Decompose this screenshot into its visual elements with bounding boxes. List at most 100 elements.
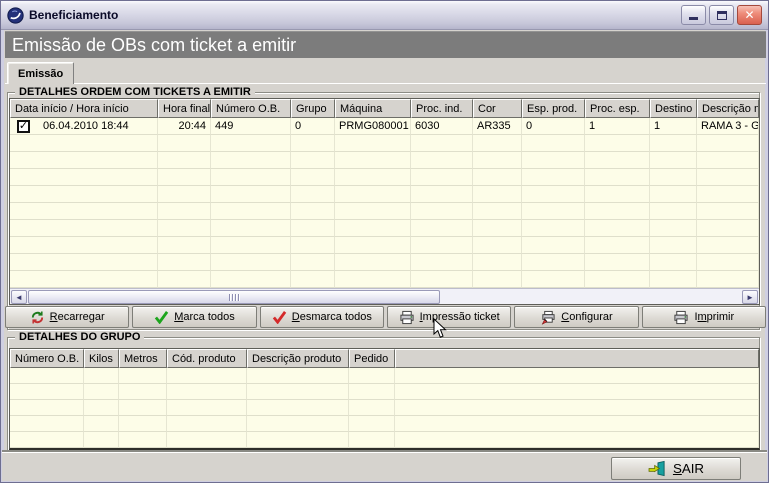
minimize-button[interactable]: [681, 5, 706, 25]
page-title: Emissão de OBs com ticket a emitir: [12, 35, 296, 56]
column-header-kilos[interactable]: Kilos: [84, 349, 119, 368]
column-header-cor[interactable]: Cor: [473, 99, 522, 118]
window-title: Beneficiamento: [29, 8, 118, 22]
exit-icon: [648, 460, 667, 477]
column-header-numero-ob[interactable]: Número O.B.: [10, 349, 84, 368]
column-header-pedido[interactable]: Pedido: [349, 349, 395, 368]
close-icon: ✕: [744, 8, 754, 22]
scroll-left-icon: ◄: [15, 293, 23, 302]
table-row-empty: [10, 152, 759, 169]
cell-maquina: PRMG080001: [335, 118, 411, 135]
column-header-grupo[interactable]: Grupo: [291, 99, 335, 118]
scroll-left-button[interactable]: ◄: [11, 290, 27, 304]
cell-datetime: 06.04.2010 18:44: [43, 120, 129, 132]
table-row-empty: [10, 432, 759, 448]
column-header-empty: [395, 349, 759, 368]
recarregar-button[interactable]: Recarregar: [5, 306, 129, 328]
table-row-empty: [10, 237, 759, 254]
window-controls: ✕: [681, 5, 762, 25]
tab-strip: Emissão: [5, 58, 766, 84]
cell-proc-ind: 6030: [411, 118, 473, 135]
tab-label: Emissão: [18, 68, 63, 80]
configurar-label: Configurar: [561, 311, 612, 323]
column-header-esp-prod[interactable]: Esp. prod.: [522, 99, 585, 118]
orders-header-row: Data início / Hora início Hora final Núm…: [10, 99, 759, 118]
maximize-button[interactable]: [709, 5, 734, 25]
table-row-empty: [10, 271, 759, 288]
scrollbar-grip-icon: [229, 294, 239, 301]
table-row-empty: [10, 169, 759, 186]
app-icon: [7, 7, 24, 24]
toolbar: Recarregar Marca todos Desmarca todos Im…: [5, 306, 766, 328]
printer-config-icon: [540, 310, 556, 325]
impressao-ticket-button[interactable]: Impressão ticket: [387, 306, 511, 328]
desmarca-todos-label: Desmarca todos: [292, 311, 372, 323]
minimize-icon: [689, 17, 698, 20]
configurar-button[interactable]: Configurar: [514, 306, 638, 328]
column-header-datetime[interactable]: Data início / Hora início: [10, 99, 158, 118]
table-row-empty: [10, 203, 759, 220]
grupo-grid: Número O.B. Kilos Metros Cód. produto De…: [9, 348, 760, 450]
cell-grupo: 0: [291, 118, 335, 135]
refresh-icon: [30, 310, 45, 325]
scroll-right-button[interactable]: ►: [742, 290, 758, 304]
check-red-icon: [272, 310, 287, 324]
orders-grid: Data início / Hora início Hora final Núm…: [9, 98, 760, 305]
table-row-empty: [10, 384, 759, 400]
cell-esp-prod: 0: [522, 118, 585, 135]
table-row-empty: [10, 254, 759, 271]
checkmark-icon: ✓: [19, 122, 28, 131]
horizontal-scrollbar[interactable]: ◄ ►: [10, 288, 759, 304]
scrollbar-thumb[interactable]: [28, 290, 440, 304]
cell-descricao-maquina: RAMA 3 - GA: [697, 118, 759, 135]
marca-todos-label: Marca todos: [174, 311, 235, 323]
grupo-table: Número O.B. Kilos Metros Cód. produto De…: [10, 349, 759, 448]
grupo-header-row: Número O.B. Kilos Metros Cód. produto De…: [10, 349, 759, 368]
table-row-empty: [10, 135, 759, 152]
recarregar-label: Recarregar: [50, 311, 105, 323]
desmarca-todos-button[interactable]: Desmarca todos: [260, 306, 384, 328]
column-header-proc-esp[interactable]: Proc. esp.: [585, 99, 650, 118]
column-header-maquina[interactable]: Máquina: [335, 99, 411, 118]
cell-numero-ob: 449: [211, 118, 291, 135]
grupo-group-title: DETALHES DO GRUPO: [15, 331, 144, 344]
imprimir-label: Imprimir: [694, 311, 734, 323]
close-button[interactable]: ✕: [737, 5, 762, 25]
column-header-cod-produto[interactable]: Cód. produto: [167, 349, 247, 368]
titlebar[interactable]: Beneficiamento ✕: [1, 1, 768, 30]
column-header-proc-ind[interactable]: Proc. ind.: [411, 99, 473, 118]
table-row-empty: [10, 368, 759, 384]
check-green-icon: [154, 310, 169, 324]
column-header-destino[interactable]: Destino: [650, 99, 697, 118]
cell-cor: AR335: [473, 118, 522, 135]
marca-todos-button[interactable]: Marca todos: [132, 306, 256, 328]
cell-proc-esp: 1: [585, 118, 650, 135]
grupo-groupbox: DETALHES DO GRUPO Número O.B. Kilos Metr…: [7, 337, 760, 452]
footer-panel: SAIR: [2, 452, 767, 481]
page-title-band: Emissão de OBs com ticket a emitir: [5, 31, 766, 58]
tab-emissao[interactable]: Emissão: [7, 62, 74, 84]
column-header-descricao-maquina[interactable]: Descrição má: [697, 99, 759, 118]
table-row-empty: [10, 400, 759, 416]
cell-destino: 1: [650, 118, 697, 135]
printer-icon: [673, 310, 689, 325]
cell-hora-final: 20:44: [158, 118, 211, 135]
orders-table: Data início / Hora início Hora final Núm…: [10, 99, 759, 288]
row-checkbox[interactable]: ✓: [17, 120, 30, 133]
order-row[interactable]: ✓ 06.04.2010 18:44 20:44 449 0 PRMG08000…: [10, 118, 759, 135]
sair-button[interactable]: SAIR: [611, 457, 741, 480]
impressao-ticket-label: Impressão ticket: [420, 311, 500, 323]
scroll-right-icon: ►: [746, 293, 754, 302]
table-row-empty: [10, 186, 759, 203]
column-header-descricao-produto[interactable]: Descrição produto: [247, 349, 349, 368]
column-header-hora-final[interactable]: Hora final: [158, 99, 211, 118]
column-header-numero-ob[interactable]: Número O.B.: [211, 99, 291, 118]
printer-icon: [399, 310, 415, 325]
sair-label: SAIR: [673, 461, 704, 476]
column-header-metros[interactable]: Metros: [119, 349, 167, 368]
table-row-empty: [10, 220, 759, 237]
imprimir-button[interactable]: Imprimir: [642, 306, 766, 328]
maximize-icon: [717, 11, 727, 20]
orders-groupbox: DETALHES ORDEM COM TICKETS A EMITIR Data…: [7, 92, 760, 330]
table-row-empty: [10, 416, 759, 432]
